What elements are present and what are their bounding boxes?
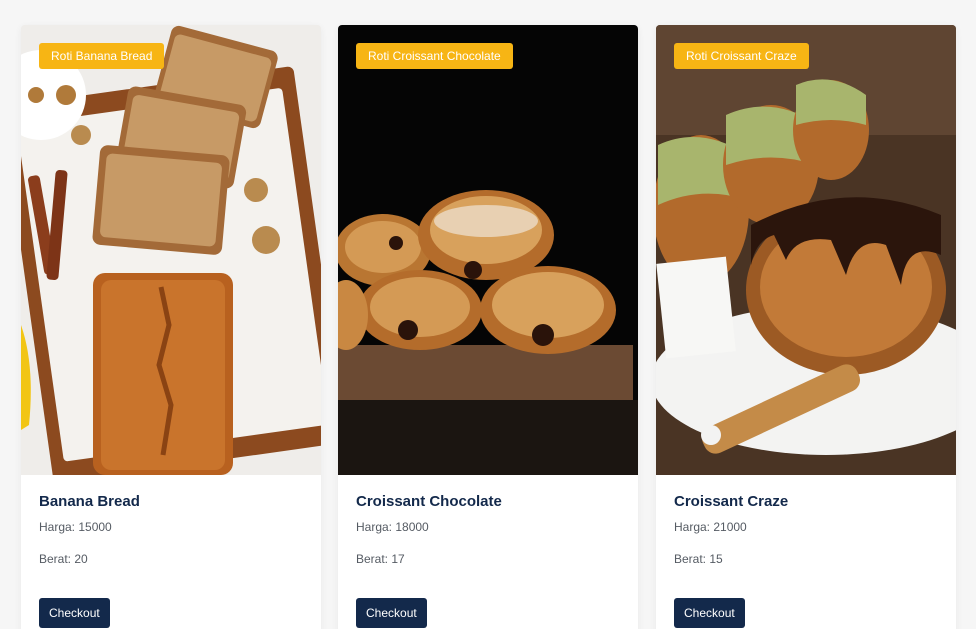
product-weight: Berat: 17 [356, 552, 405, 566]
checkout-button[interactable]: Checkout [674, 598, 745, 628]
banana-bread-photo [21, 25, 321, 475]
product-grid: Roti Banana Bread Banana Bread Harga: 15… [0, 0, 976, 629]
croissant-chocolate-photo [338, 25, 638, 475]
croissant-craze-photo [656, 25, 956, 475]
checkout-button[interactable]: Checkout [39, 598, 110, 628]
category-badge: Roti Banana Bread [39, 43, 165, 69]
product-weight: Berat: 15 [674, 552, 723, 566]
category-badge: Roti Croissant Chocolate [356, 43, 513, 69]
product-card: Roti Croissant Craze Croissant Craze Har… [656, 25, 956, 629]
product-price: Harga: 18000 [356, 520, 429, 534]
category-badge: Roti Croissant Craze [674, 43, 809, 69]
product-card: Roti Banana Bread Banana Bread Harga: 15… [21, 25, 321, 629]
product-price: Harga: 15000 [39, 520, 112, 534]
checkout-button[interactable]: Checkout [356, 598, 427, 628]
product-weight: Berat: 20 [39, 552, 88, 566]
product-price: Harga: 21000 [674, 520, 747, 534]
product-image[interactable]: Roti Banana Bread [21, 25, 321, 475]
product-name: Croissant Craze [674, 493, 789, 510]
product-image[interactable]: Roti Croissant Craze [656, 25, 956, 475]
product-name: Croissant Chocolate [356, 493, 502, 510]
product-card: Roti Croissant Chocolate Croissant Choco… [338, 25, 638, 629]
product-image[interactable]: Roti Croissant Chocolate [338, 25, 638, 475]
product-name: Banana Bread [39, 493, 140, 510]
